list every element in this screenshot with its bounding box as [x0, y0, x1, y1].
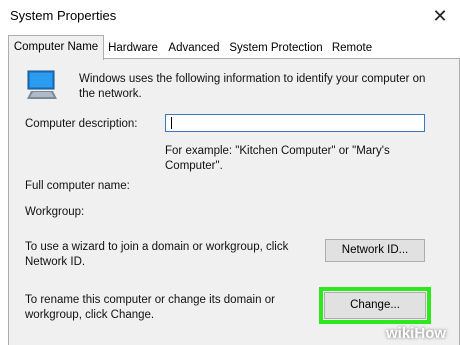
system-properties-window: System Properties ✕ Computer Name Hardwa… — [0, 0, 460, 345]
rename-text-line1: To rename this computer or change its do… — [25, 294, 275, 306]
wizard-text-line1: To use a wizard to join a domain or work… — [25, 241, 289, 253]
text-caret — [171, 117, 172, 129]
tab-hardware[interactable]: Hardware — [104, 38, 162, 58]
window-title: System Properties — [10, 8, 117, 23]
network-id-button[interactable]: Network ID... — [325, 239, 425, 262]
wizard-text-line2: Network ID. — [25, 256, 86, 268]
watermark-wiki: wiki — [386, 325, 415, 342]
intro-text-line2: the network. — [79, 88, 142, 100]
rename-text-line2: workgroup, click Change. — [25, 309, 155, 321]
example-text-line1: For example: "Kitchen Computer" or "Mary… — [165, 145, 390, 157]
watermark-how: How — [414, 325, 447, 342]
example-text-line2: Computer". — [165, 160, 223, 172]
full-computer-name-label: Full computer name: — [25, 180, 130, 192]
intro-text-line1: Windows uses the following information t… — [79, 73, 426, 85]
wikihow-watermark: wikiHow — [386, 325, 446, 342]
workgroup-label: Workgroup: — [25, 206, 85, 218]
tab-strip: Computer Name Hardware Advanced System P… — [0, 34, 460, 60]
computer-name-panel: Windows uses the following information t… — [8, 58, 460, 345]
computer-description-input[interactable] — [165, 114, 425, 132]
computer-description-label: Computer description: — [25, 118, 138, 130]
tab-remote[interactable]: Remote — [328, 38, 376, 58]
tab-system-protection[interactable]: System Protection — [226, 38, 326, 58]
change-button[interactable]: Change... — [324, 292, 426, 319]
computer-icon — [27, 70, 57, 99]
tab-computer-name[interactable]: Computer Name — [8, 35, 104, 60]
close-icon[interactable]: ✕ — [426, 3, 454, 29]
title-bar: System Properties ✕ — [0, 0, 460, 34]
tab-advanced[interactable]: Advanced — [164, 38, 224, 58]
